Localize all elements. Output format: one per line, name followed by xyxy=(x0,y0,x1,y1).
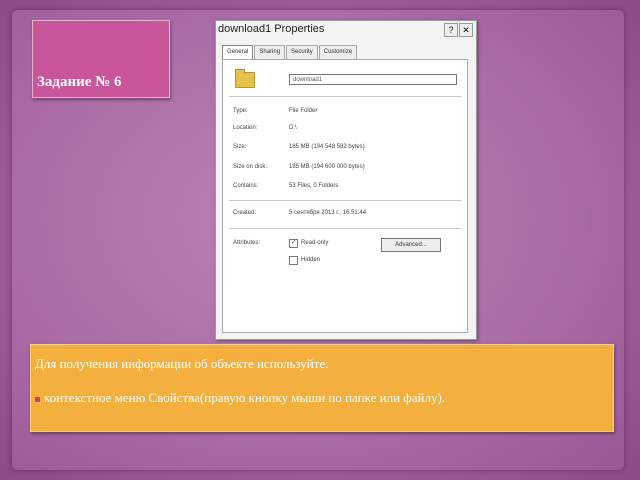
info-text: Для получения информации об объекте испо… xyxy=(35,356,329,371)
location-label: Location: xyxy=(233,125,258,131)
tab-customize[interactable]: Customize xyxy=(318,45,358,59)
attributes-label: Attributes: xyxy=(233,240,261,246)
size-value: 185 MB (194 548 582 bytes) xyxy=(289,144,365,150)
properties-dialog: download1 Properties ? ✕ General Sharing… xyxy=(215,20,477,340)
hidden-checkbox[interactable] xyxy=(289,256,298,265)
dialog-title: download1 Properties xyxy=(218,23,325,35)
folder-name-input[interactable]: download1 xyxy=(289,74,457,85)
advanced-button[interactable]: Advanced... xyxy=(381,238,441,252)
close-button[interactable]: ✕ xyxy=(459,23,473,37)
general-panel: download1 Type: File Folder Location: D:… xyxy=(222,59,468,333)
read-only-label: Read-only xyxy=(301,240,329,246)
hidden-label: Hidden xyxy=(301,257,321,263)
separator xyxy=(229,200,461,201)
type-label: Type: xyxy=(233,108,248,114)
help-button[interactable]: ? xyxy=(444,23,458,37)
tab-bar: General Sharing Security Customize xyxy=(222,45,358,59)
bullet-icon xyxy=(35,396,40,402)
location-value: D:\ xyxy=(289,125,297,131)
title-box: Задание № 6 xyxy=(32,20,170,98)
size-on-disk-label: Size on disk: xyxy=(233,164,268,170)
created-value: 5 сентября 2013 г., 16:51:44 xyxy=(289,210,367,216)
folder-icon xyxy=(235,69,255,88)
info-bullet-text: контекстное меню Свойства(правую кнопку … xyxy=(44,390,446,405)
size-on-disk-value: 185 MB (194 600 000 bytes) xyxy=(289,164,365,170)
tab-sharing[interactable]: Sharing xyxy=(254,45,286,59)
tab-security[interactable]: Security xyxy=(286,45,318,59)
tab-general[interactable]: General xyxy=(222,45,254,59)
info-bullet-item: контекстное меню Свойства(правую кнопку … xyxy=(35,390,445,406)
separator xyxy=(229,96,461,97)
separator xyxy=(229,228,461,229)
type-value: File Folder xyxy=(289,108,318,114)
contains-value: 53 Files, 0 Folders xyxy=(289,183,339,189)
info-box: Для получения информации об объекте испо… xyxy=(30,344,614,432)
contains-label: Contains: xyxy=(233,183,259,189)
read-only-checkbox[interactable]: ✓ xyxy=(289,239,298,248)
size-label: Size: xyxy=(233,144,247,150)
slide-title: Задание № 6 xyxy=(37,74,122,90)
created-label: Created: xyxy=(233,210,257,216)
